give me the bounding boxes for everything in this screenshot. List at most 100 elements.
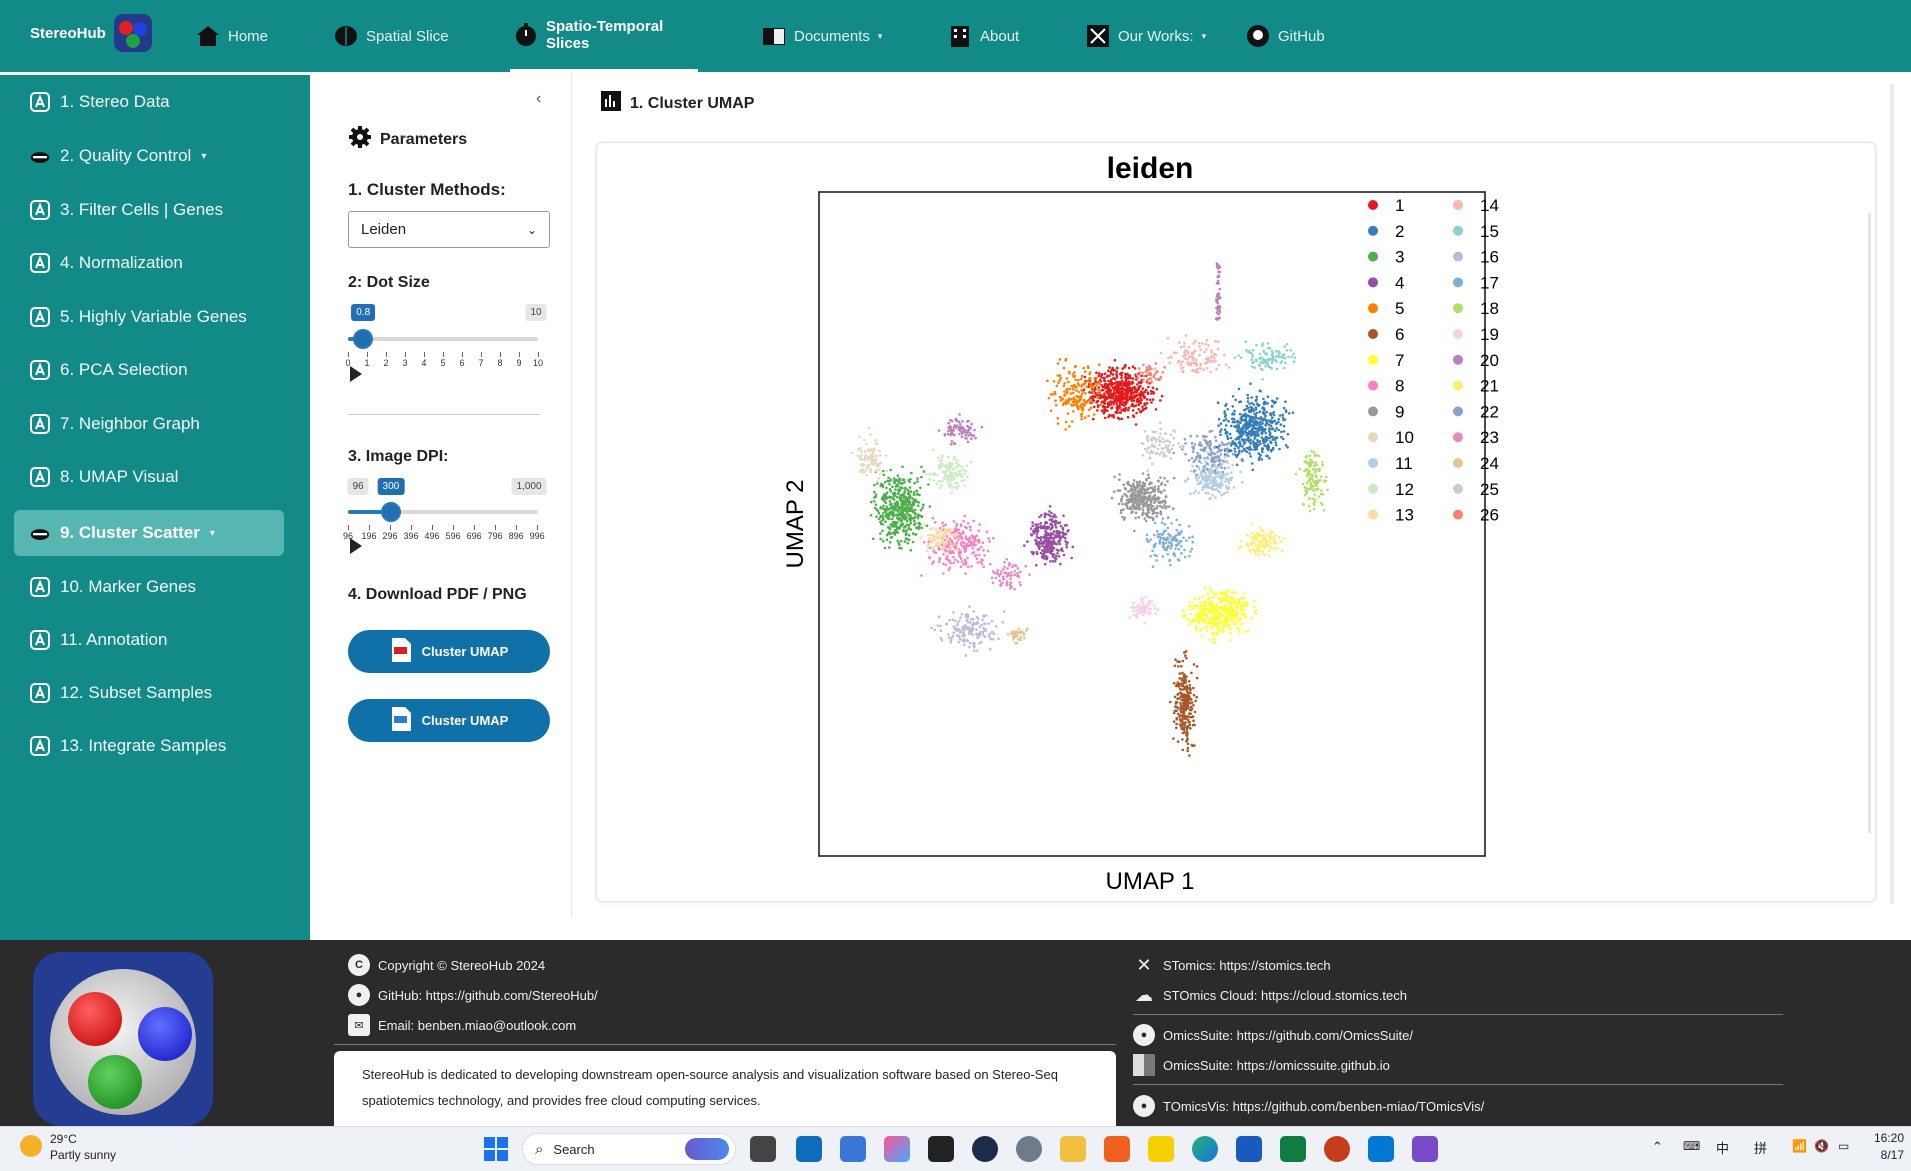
- nav-about[interactable]: About: [948, 0, 1019, 72]
- sidebar-item-7[interactable]: 7. Neighbor Graph: [14, 401, 284, 447]
- scatter-point: [875, 508, 878, 512]
- nav-github[interactable]: GitHub: [1246, 0, 1325, 72]
- sidebar-item-3[interactable]: 3. Filter Cells | Genes: [14, 187, 284, 233]
- dpi-handle[interactable]: [380, 502, 401, 522]
- scatter-point: [1095, 371, 1098, 374]
- scatter-point: [1107, 379, 1110, 383]
- scatter-point: [1197, 621, 1200, 624]
- scatter-point: [1269, 420, 1272, 424]
- weather-temp[interactable]: 29°C: [50, 1132, 77, 1146]
- scatter-point: [1083, 370, 1087, 373]
- dpi-play-icon[interactable]: [350, 538, 362, 554]
- card-scrollbar[interactable]: [1868, 213, 1871, 833]
- scatter-point: [1127, 483, 1131, 487]
- scatter-point: [1246, 427, 1249, 430]
- scatter-point: [1038, 515, 1041, 519]
- scatter-point: [946, 432, 950, 436]
- scatter-point: [1160, 394, 1164, 398]
- scatter-point: [1260, 428, 1264, 431]
- scatter-point: [1208, 638, 1212, 641]
- sidebar-item-9[interactable]: 9. Cluster Scatter ▾: [14, 510, 284, 556]
- scatter-point: [1123, 492, 1126, 496]
- sidebar-item-8[interactable]: 8. UMAP Visual: [14, 454, 284, 500]
- weather-icon[interactable]: [20, 1135, 42, 1157]
- scatter-point: [1001, 581, 1004, 584]
- scatter-point: [1045, 557, 1048, 561]
- sidebar-item-label: 3. Filter Cells | Genes: [60, 200, 224, 219]
- scatter-point: [1138, 371, 1142, 374]
- sidebar-item-13[interactable]: 13. Integrate Samples: [14, 723, 284, 769]
- nav-spatial-slice[interactable]: Spatial Slice: [334, 0, 449, 72]
- footer-stomics[interactable]: ✕ STomics: https://stomics.tech: [1133, 954, 1330, 976]
- scatter-point: [1283, 353, 1286, 356]
- scatter-point: [1266, 436, 1269, 439]
- scatter-point: [1303, 486, 1307, 489]
- sidebar-item-11[interactable]: 11. Annotation: [14, 617, 284, 663]
- weather-desc[interactable]: Partly sunny: [50, 1148, 116, 1162]
- collapse-chevron-icon[interactable]: ‹: [536, 90, 541, 108]
- sidebar-item-5[interactable]: 5. Highly Variable Genes: [14, 294, 284, 340]
- scatter-point: [1233, 591, 1237, 595]
- start-icon[interactable]: [484, 1137, 508, 1164]
- footer-tomicsvis[interactable]: ● TOmicsVis: https://github.com/benben-mi…: [1133, 1095, 1484, 1117]
- scatter-point: [1194, 699, 1197, 703]
- scatter-point: [1144, 501, 1148, 505]
- sidebar-item-10[interactable]: 10. Marker Genes: [14, 564, 284, 610]
- nav-home[interactable]: Home: [196, 0, 268, 72]
- scatter-point: [1198, 460, 1201, 463]
- nav-our-works[interactable]: Our Works: ▾: [1086, 0, 1206, 72]
- footer-omicssuite-github[interactable]: ● OmicsSuite: https://github.com/OmicsSui…: [1133, 1024, 1413, 1046]
- nav-documents[interactable]: Documents ▾: [762, 0, 882, 72]
- download-pdf-button[interactable]: Cluster UMAP: [348, 630, 550, 673]
- scatter-point: [1210, 467, 1213, 471]
- scatter-point: [893, 532, 897, 536]
- scatter-point: [888, 546, 891, 549]
- scatter-point: [1225, 599, 1228, 603]
- taskbar-search[interactable]: ⌕ Search: [522, 1133, 736, 1165]
- scatter-point: [889, 478, 892, 482]
- scatter-point: [919, 508, 923, 512]
- scatter-point: [1269, 366, 1272, 369]
- scatter-point: [972, 434, 976, 437]
- scatter-point: [953, 476, 957, 480]
- dot-size-track[interactable]: [348, 337, 538, 341]
- scatter-point: [1279, 361, 1282, 365]
- sidebar-item-2[interactable]: 2. Quality Control ▾: [14, 133, 284, 179]
- scatter-point: [1092, 413, 1096, 416]
- sidebar-item-6[interactable]: 6. PCA Selection: [14, 347, 284, 393]
- sidebar-item-1[interactable]: 1. Stereo Data: [14, 79, 284, 125]
- scatter-point: [1249, 382, 1252, 385]
- scatter-point: [1147, 385, 1150, 389]
- sidebar-item-4[interactable]: 4. Normalization: [14, 240, 284, 286]
- cluster-method-select[interactable]: Leiden ⌄: [348, 211, 550, 248]
- scatter-point: [1152, 546, 1156, 549]
- scatter-point: [1243, 592, 1246, 595]
- scatter-point: [1144, 595, 1148, 599]
- scatter-point: [1111, 393, 1115, 396]
- dot-size-handle[interactable]: [353, 329, 374, 349]
- download-png-button[interactable]: Cluster UMAP: [348, 699, 550, 742]
- main-content: 1. Cluster UMAP leiden UMAP 1 UMAP 2 123…: [572, 72, 1902, 917]
- dot-size-play-icon[interactable]: [350, 366, 362, 382]
- scatter-point: [899, 539, 903, 543]
- scatter-point: [902, 496, 906, 500]
- footer-github[interactable]: ● GitHub: https://github.com/StereoHub/: [348, 984, 598, 1006]
- scatter-point: [958, 537, 962, 541]
- brand[interactable]: StereoHub: [30, 14, 152, 52]
- scatter-point: [1175, 528, 1179, 532]
- scatter-point: [904, 501, 908, 504]
- page-scrollbar[interactable]: [1890, 84, 1894, 904]
- nav-spatio-temporal-slices[interactable]: Spatio-Temporal Slices: [510, 0, 698, 72]
- scatter-point: [1054, 554, 1058, 558]
- scatter-point: [903, 540, 907, 543]
- scatter-point: [908, 538, 911, 541]
- sidebar-item-12[interactable]: 12. Subset Samples: [14, 670, 284, 716]
- scatter-point: [1224, 623, 1227, 626]
- scatter-point: [1169, 433, 1172, 437]
- footer-omicssuite-site[interactable]: OmicsSuite: https://omicssuite.github.io: [1133, 1054, 1390, 1076]
- footer-stomics-cloud[interactable]: ☁ STOmics Cloud: https://cloud.stomics.te…: [1133, 984, 1407, 1006]
- scatter-point: [931, 516, 935, 520]
- scatter-point: [1077, 405, 1080, 409]
- scatter-point: [953, 455, 957, 459]
- footer-email[interactable]: ✉ Email: benben.miao@outlook.com: [348, 1014, 576, 1036]
